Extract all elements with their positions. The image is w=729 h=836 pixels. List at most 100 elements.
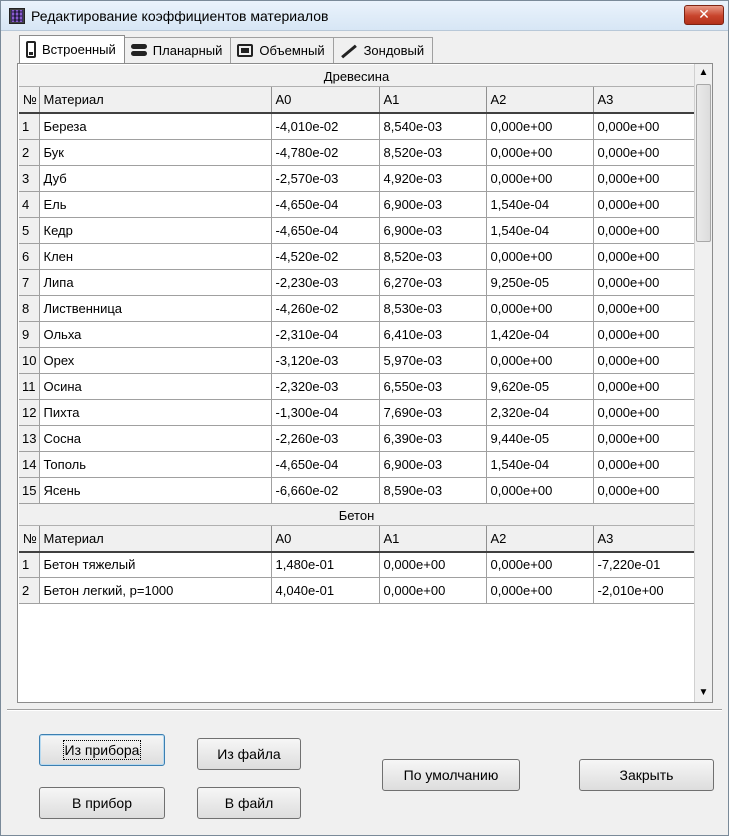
material-cell[interactable]: Ель: [39, 191, 272, 218]
coefficient-cell[interactable]: -4,650e-04: [271, 451, 380, 478]
coefficient-cell[interactable]: -2,010e+00: [593, 577, 694, 604]
coefficient-cell[interactable]: -6,660e-02: [271, 477, 380, 504]
coefficient-cell[interactable]: 0,000e+00: [486, 347, 594, 374]
coefficient-cell[interactable]: 0,000e+00: [593, 269, 694, 296]
column-header[interactable]: Материал: [39, 525, 272, 553]
column-header[interactable]: A2: [486, 525, 594, 553]
to-device-button[interactable]: В прибор: [39, 787, 165, 819]
coefficient-cell[interactable]: 9,250e-05: [486, 269, 594, 296]
coefficient-cell[interactable]: 0,000e+00: [593, 399, 694, 426]
coefficient-cell[interactable]: -4,780e-02: [271, 139, 380, 166]
coefficient-cell[interactable]: 8,590e-03: [379, 477, 487, 504]
coefficient-cell[interactable]: 6,900e-03: [379, 191, 487, 218]
material-cell[interactable]: Тополь: [39, 451, 272, 478]
coefficient-cell[interactable]: 0,000e+00: [379, 551, 487, 578]
coefficient-cell[interactable]: 0,000e+00: [593, 347, 694, 374]
coefficient-cell[interactable]: 0,000e+00: [593, 217, 694, 244]
table-row[interactable]: 2 Бетон легкий, p=1000 4,040e-01 0,000e+00 0…: [19, 577, 694, 604]
table-row[interactable]: 10 Орех -3,120e-03 5,970e-03 0,000e+00 0,000e…: [19, 347, 694, 374]
coefficient-cell[interactable]: -1,300e-04: [271, 399, 380, 426]
material-cell[interactable]: Липа: [39, 269, 272, 296]
table-row[interactable]: 1 Береза -4,010e-02 8,540e-03 0,000e+00 0,000…: [19, 113, 694, 140]
table-row[interactable]: 1 Бетон тяжелый 1,480e-01 0,000e+00 0,000e+0…: [19, 551, 694, 578]
coefficient-cell[interactable]: -2,320e-03: [271, 373, 380, 400]
coefficient-cell[interactable]: 8,520e-03: [379, 243, 487, 270]
coefficient-cell[interactable]: 0,000e+00: [593, 165, 694, 192]
coefficient-cell[interactable]: 0,000e+00: [486, 165, 594, 192]
material-cell[interactable]: Сосна: [39, 425, 272, 452]
column-header[interactable]: A3: [593, 525, 694, 553]
material-cell[interactable]: Лиственница: [39, 295, 272, 322]
material-cell[interactable]: Пихта: [39, 399, 272, 426]
coefficient-cell[interactable]: 0,000e+00: [593, 321, 694, 348]
scroll-thumb[interactable]: [696, 84, 711, 242]
table-row[interactable]: 8 Лиственница -4,260e-02 8,530e-03 0,000e+00…: [19, 295, 694, 322]
coefficient-cell[interactable]: -7,220e-01: [593, 551, 694, 578]
column-header[interactable]: A1: [379, 525, 487, 553]
scroll-down-icon[interactable]: ▼: [695, 684, 712, 702]
material-cell[interactable]: Осина: [39, 373, 272, 400]
coefficient-cell[interactable]: -2,310e-04: [271, 321, 380, 348]
coefficient-cell[interactable]: -3,120e-03: [271, 347, 380, 374]
coefficient-cell[interactable]: 0,000e+00: [486, 551, 594, 578]
coefficient-cell[interactable]: 2,320e-04: [486, 399, 594, 426]
coefficient-cell[interactable]: 0,000e+00: [486, 243, 594, 270]
column-header[interactable]: №: [19, 87, 40, 114]
coefficient-cell[interactable]: -2,260e-03: [271, 425, 380, 452]
column-header[interactable]: A0: [271, 525, 380, 553]
material-cell[interactable]: Ольха: [39, 321, 272, 348]
coefficient-cell[interactable]: 1,540e-04: [486, 451, 594, 478]
column-header[interactable]: №: [19, 525, 40, 553]
material-cell[interactable]: Орех: [39, 347, 272, 374]
coefficient-cell[interactable]: 4,040e-01: [271, 577, 380, 604]
coefficient-cell[interactable]: 0,000e+00: [486, 139, 594, 166]
coefficient-cell[interactable]: -4,520e-02: [271, 243, 380, 270]
coefficient-cell[interactable]: 0,000e+00: [486, 477, 594, 504]
coefficient-cell[interactable]: 6,270e-03: [379, 269, 487, 296]
coefficient-cell[interactable]: 7,690e-03: [379, 399, 487, 426]
from-file-button[interactable]: Из файла: [197, 738, 301, 770]
to-file-button[interactable]: В файл: [197, 787, 301, 819]
table-row[interactable]: 3 Дуб -2,570e-03 4,920e-03 0,000e+00 0,000e+0…: [19, 165, 694, 192]
table-row[interactable]: 5 Кедр -4,650e-04 6,900e-03 1,540e-04 0,000e+…: [19, 217, 694, 244]
coefficient-cell[interactable]: -2,230e-03: [271, 269, 380, 296]
coefficient-cell[interactable]: 0,000e+00: [379, 577, 487, 604]
coefficient-cell[interactable]: -2,570e-03: [271, 165, 380, 192]
coefficient-cell[interactable]: 0,000e+00: [593, 477, 694, 504]
material-cell[interactable]: Ясень: [39, 477, 272, 504]
coefficient-cell[interactable]: 6,390e-03: [379, 425, 487, 452]
material-cell[interactable]: Бетон легкий, p=1000: [39, 577, 272, 604]
table-row[interactable]: 6 Клен -4,520e-02 8,520e-03 0,000e+00 0,000e+…: [19, 243, 694, 270]
coefficient-cell[interactable]: 6,410e-03: [379, 321, 487, 348]
table-row[interactable]: 14 Тополь -4,650e-04 6,900e-03 1,540e-04 0,00…: [19, 451, 694, 478]
table-row[interactable]: 2 Бук -4,780e-02 8,520e-03 0,000e+00 0,000e+0…: [19, 139, 694, 166]
tab-builtin[interactable]: Встроенный: [19, 35, 125, 63]
coefficient-cell[interactable]: 8,520e-03: [379, 139, 487, 166]
material-cell[interactable]: Дуб: [39, 165, 272, 192]
coefficient-cell[interactable]: 0,000e+00: [486, 295, 594, 322]
close-button[interactable]: Закрыть: [579, 759, 714, 791]
tab-probe[interactable]: Зондовый: [332, 37, 434, 63]
coefficient-cell[interactable]: 8,530e-03: [379, 295, 487, 322]
coefficient-cell[interactable]: 6,550e-03: [379, 373, 487, 400]
tab-volume[interactable]: Объемный: [230, 37, 334, 63]
table-row[interactable]: 15 Ясень -6,660e-02 8,590e-03 0,000e+00 0,000…: [19, 477, 694, 504]
coefficient-cell[interactable]: 0,000e+00: [486, 113, 594, 140]
table-row[interactable]: 11 Осина -2,320e-03 6,550e-03 9,620e-05 0,000…: [19, 373, 694, 400]
table-row[interactable]: 9 Ольха -2,310e-04 6,410e-03 1,420e-04 0,000e…: [19, 321, 694, 348]
defaults-button[interactable]: По умолчанию: [382, 759, 520, 791]
table-row[interactable]: 4 Ель -4,650e-04 6,900e-03 1,540e-04 0,000e+0…: [19, 191, 694, 218]
material-cell[interactable]: Кедр: [39, 217, 272, 244]
coefficient-cell[interactable]: 6,900e-03: [379, 451, 487, 478]
close-window-button[interactable]: ✕: [684, 5, 724, 25]
coefficient-cell[interactable]: 8,540e-03: [379, 113, 487, 140]
coefficient-cell[interactable]: 1,480e-01: [271, 551, 380, 578]
vertical-scrollbar[interactable]: ▲ ▼: [694, 64, 712, 702]
coefficient-cell[interactable]: 1,540e-04: [486, 217, 594, 244]
column-header[interactable]: Материал: [39, 87, 272, 114]
table-row[interactable]: 7 Липа -2,230e-03 6,270e-03 9,250e-05 0,000e+…: [19, 269, 694, 296]
coefficient-cell[interactable]: 9,620e-05: [486, 373, 594, 400]
material-cell[interactable]: Береза: [39, 113, 272, 140]
column-header[interactable]: A0: [271, 87, 380, 114]
coefficient-cell[interactable]: 6,900e-03: [379, 217, 487, 244]
